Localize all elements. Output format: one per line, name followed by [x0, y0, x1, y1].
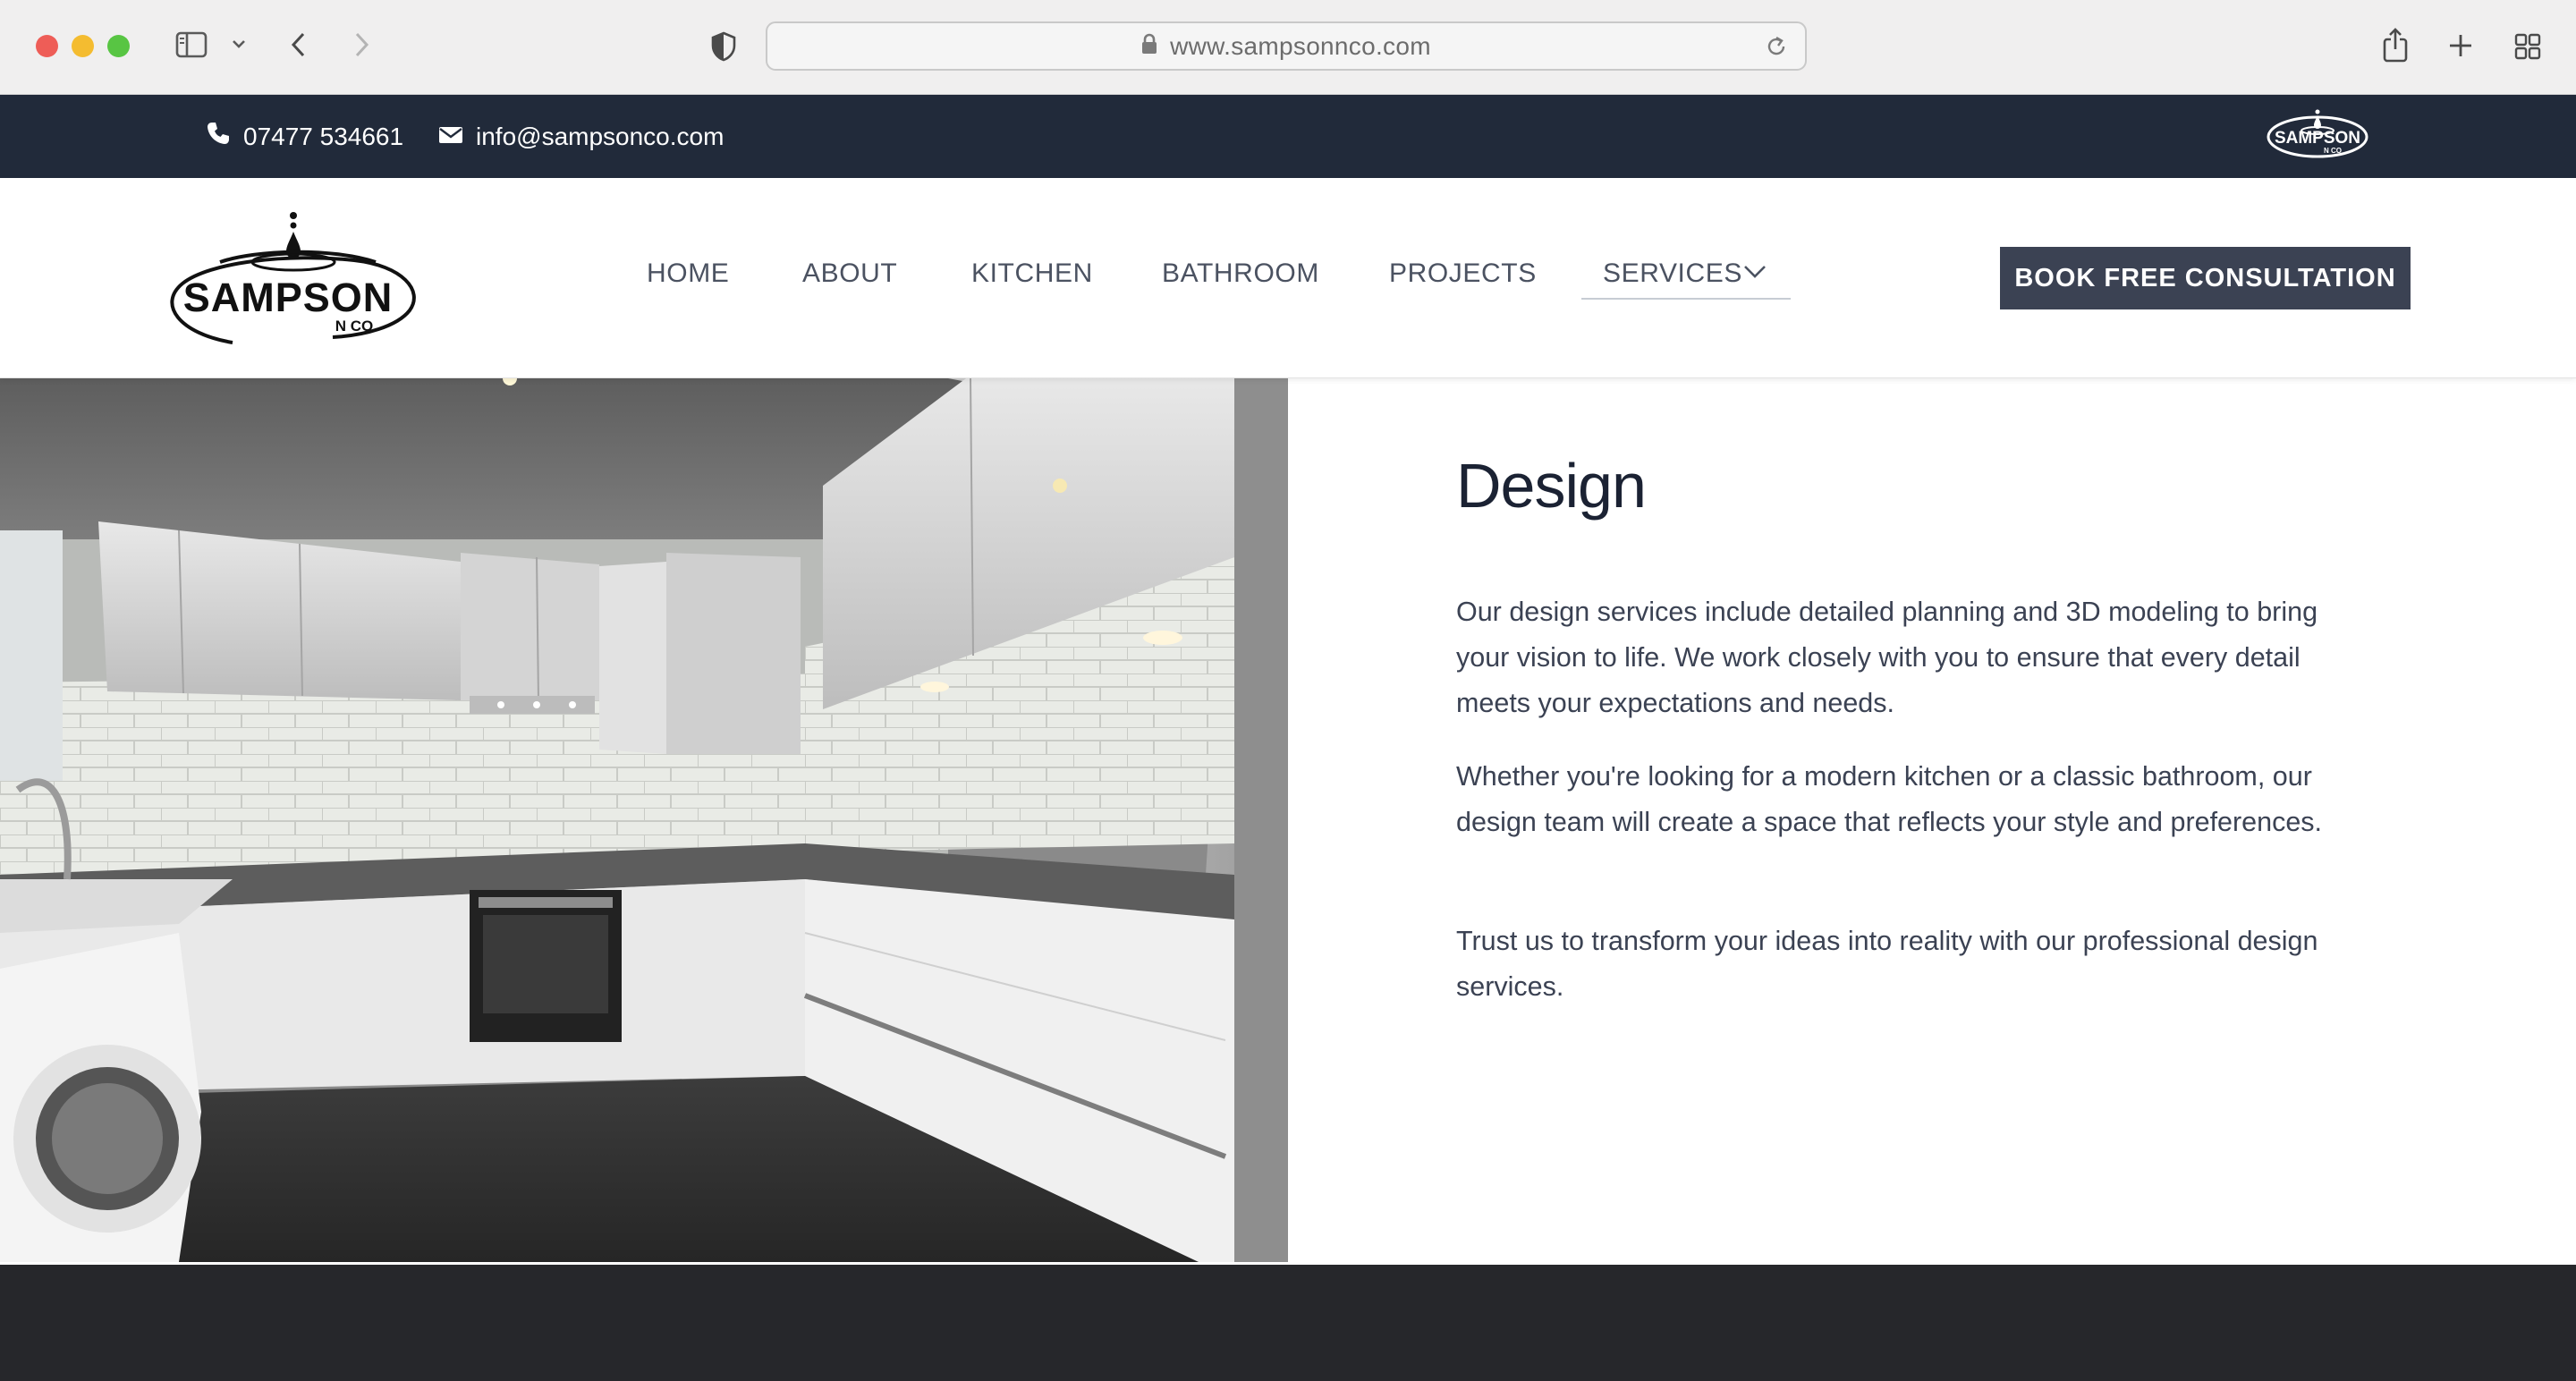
zoom-window-button[interactable]	[107, 35, 130, 57]
new-tab-icon[interactable]	[2447, 32, 2474, 59]
nav-about[interactable]: ABOUT	[802, 258, 897, 289]
nav-home[interactable]: HOME	[647, 258, 729, 289]
envelope-icon	[438, 123, 476, 151]
contact-bar: 07477 534661 info@sampsonco.com SAMPSON …	[0, 95, 2576, 178]
privacy-shield-icon[interactable]	[710, 30, 737, 63]
browser-toolbar: www.sampsonnco.com	[0, 0, 2576, 95]
sidebar-toggle-icon[interactable]	[175, 30, 208, 59]
site-footer	[0, 1265, 2576, 1381]
topbar-logo-text: SAMPSON	[2275, 129, 2360, 148]
topbar-logo-subtext: N CO	[2324, 147, 2342, 155]
share-icon[interactable]	[2381, 27, 2410, 63]
nav-services-dropdown[interactable]: SERVICES	[1581, 257, 1791, 300]
back-icon[interactable]	[288, 30, 309, 60]
topbar-logo[interactable]: SAMPSON N CO	[2265, 107, 2370, 171]
email-link[interactable]: info@sampsonco.com	[438, 95, 724, 178]
address-bar[interactable]: www.sampsonnco.com	[766, 21, 1807, 71]
minimize-window-button[interactable]	[72, 35, 94, 57]
paragraph: Whether you're looking for a modern kitc…	[1456, 761, 2323, 837]
close-window-button[interactable]	[36, 35, 58, 57]
lock-icon	[1141, 33, 1157, 59]
paragraph: Our design services include detailed pla…	[1456, 597, 2318, 718]
site-logo[interactable]: SAMPSON N CO	[163, 210, 419, 358]
paragraph: Trust us to transform your ideas into re…	[1456, 926, 2318, 1002]
nav-services-label: SERVICES	[1603, 258, 1742, 288]
phone-icon	[206, 121, 243, 152]
nav-kitchen[interactable]: KITCHEN	[971, 258, 1093, 289]
section-title: Design	[1456, 451, 1647, 521]
url-text: www.sampsonnco.com	[1170, 31, 1431, 60]
phone-link[interactable]: 07477 534661	[206, 95, 403, 178]
chevron-down-icon[interactable]	[231, 38, 247, 50]
reload-icon[interactable]	[1764, 34, 1789, 64]
phone-number: 07477 534661	[243, 122, 404, 150]
kitchen-photo	[0, 378, 1288, 1262]
design-section: Design Our design services include detai…	[1288, 378, 2576, 1262]
nav-bathroom[interactable]: BATHROOM	[1162, 258, 1319, 289]
book-consultation-button[interactable]: BOOK FREE CONSULTATION	[2000, 247, 2411, 309]
nav-projects[interactable]: PROJECTS	[1389, 258, 1537, 289]
forward-icon[interactable]	[351, 30, 372, 60]
site-logo-subtext: N CO	[335, 318, 374, 335]
site-header: SAMPSON N CO HOME ABOUT KITCHEN BATHROOM…	[0, 178, 2576, 378]
site-logo-text: SAMPSON	[183, 275, 394, 320]
email-address: info@sampsonco.com	[476, 122, 724, 150]
chevron-down-icon	[1742, 264, 1767, 284]
tab-overview-icon[interactable]	[2513, 32, 2542, 61]
